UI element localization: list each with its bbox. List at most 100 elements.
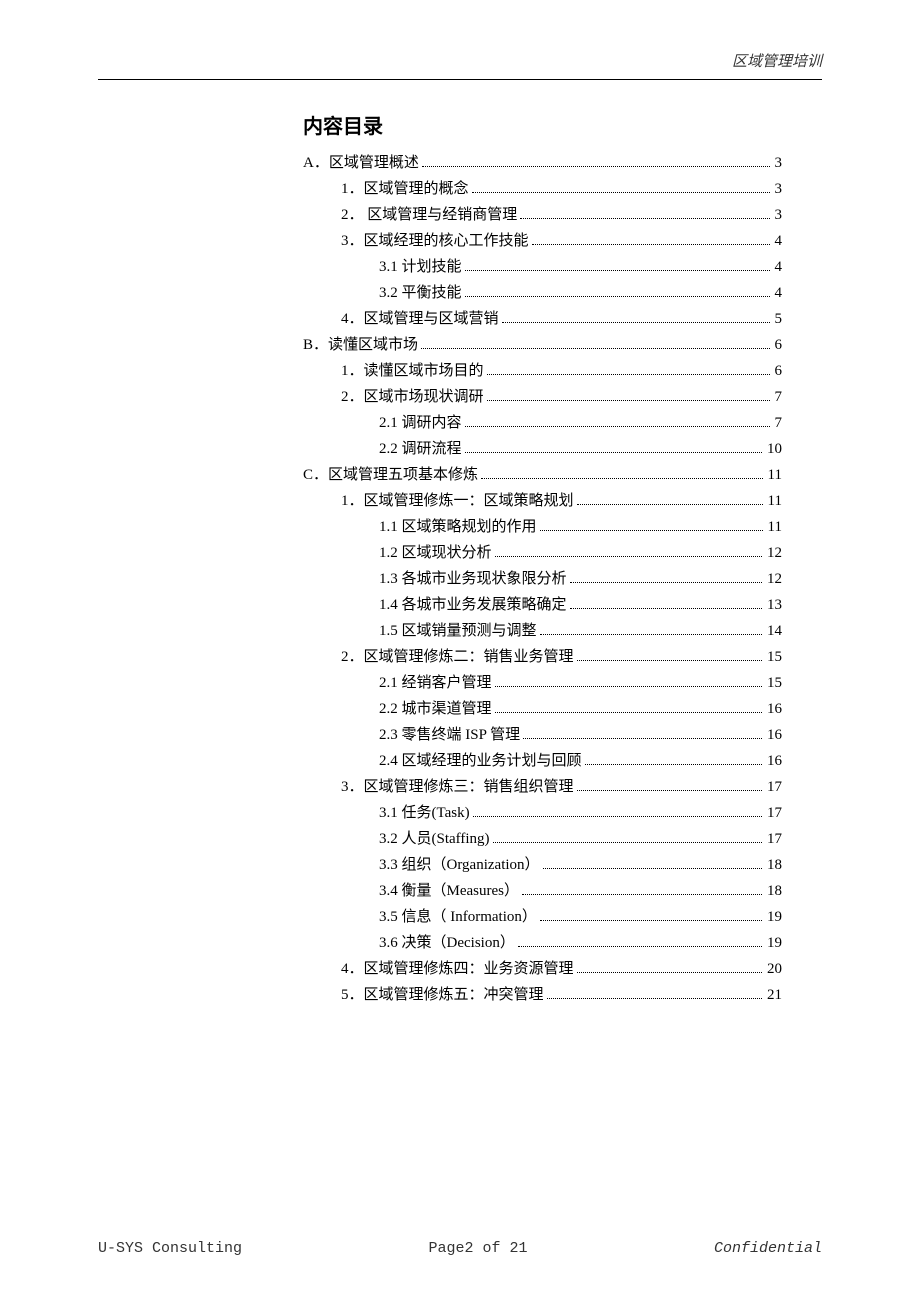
toc-entry-page: 4 (773, 229, 783, 253)
toc-entry: B．读懂区域市场 6 (303, 333, 782, 357)
toc-entry-page: 10 (765, 437, 782, 461)
toc-entry-page: 5 (773, 307, 783, 331)
toc-entry: 3.2 平衡技能4 (303, 281, 782, 305)
toc-entry: 1．读懂区域市场目的 6 (303, 359, 782, 383)
toc-leader-dots (473, 816, 762, 817)
toc-entry: 3.5 信息（ Information）19 (303, 905, 782, 929)
toc-entry-page: 12 (765, 567, 782, 591)
toc-entry: 1．区域管理的概念 3 (303, 177, 782, 201)
toc-entry-page: 16 (765, 723, 782, 747)
page-footer: U-SYS Consulting Page2 of 21 Confidentia… (98, 1240, 822, 1257)
toc-entry-label: 3．区域管理修炼三：销售组织管理 (341, 775, 574, 799)
toc-entry-label: 3.2 平衡技能 (379, 281, 462, 305)
toc-entry-label: 1．区域管理修炼一：区域策略规划 (341, 489, 574, 513)
toc-leader-dots (540, 634, 762, 635)
toc-entry-page: 11 (766, 489, 782, 513)
toc-entry-page: 6 (773, 333, 783, 357)
toc-entry-page: 7 (773, 411, 783, 435)
toc-entry-label: 3.4 衡量（Measures） (379, 879, 519, 903)
toc-entry-page: 16 (765, 697, 782, 721)
toc-entry: 1.1 区域策略规划的作用11 (303, 515, 782, 539)
toc-entry: 4．区域管理修炼四：业务资源管理20 (303, 957, 782, 981)
toc-entry: 1.2 区域现状分析12 (303, 541, 782, 565)
toc-entry-label: 4．区域管理与区域营销 (341, 307, 499, 331)
toc-entry-label: 1．区域管理的概念 (341, 177, 469, 201)
toc-entry: 2． 区域管理与经销商管理 3 (303, 203, 782, 227)
toc-entry: 2.3 零售终端 ISP 管理 16 (303, 723, 782, 747)
toc-title: 内容目录 (303, 110, 782, 139)
toc-entry-page: 3 (773, 151, 783, 175)
toc-entry: 3.1 计划技能 4 (303, 255, 782, 279)
toc-list: A．区域管理概述31．区域管理的概念32． 区域管理与经销商管理33．区域经理的… (303, 151, 782, 1007)
toc-entry-label: 3.5 信息（ Information） (379, 905, 537, 929)
toc-entry-page: 11 (766, 515, 782, 539)
toc-leader-dots (493, 842, 762, 843)
toc-entry: C．区域管理五项基本修炼11 (303, 463, 782, 487)
toc-entry: 1.5 区域销量预测与调整14 (303, 619, 782, 643)
toc-entry-label: 2.2 调研流程 (379, 437, 462, 461)
toc-entry-page: 16 (765, 749, 782, 773)
toc-leader-dots (570, 582, 762, 583)
toc-entry-label: B．读懂区域市场 (303, 333, 418, 357)
toc-leader-dots (577, 660, 762, 661)
toc-entry-label: 2.4 区域经理的业务计划与回顾 (379, 749, 582, 773)
toc-entry-label: 1.3 各城市业务现状象限分析 (379, 567, 567, 591)
toc-leader-dots (495, 686, 762, 687)
toc-entry-label: 3.6 决策（Decision） (379, 931, 515, 955)
toc-entry-page: 6 (773, 359, 783, 383)
toc-leader-dots (577, 972, 762, 973)
toc-entry-page: 17 (765, 801, 782, 825)
toc-entry-label: A．区域管理概述 (303, 151, 419, 175)
toc-leader-dots (421, 348, 769, 349)
toc-entry-label: 2.1 经销客户管理 (379, 671, 492, 695)
footer-center: Page2 of 21 (428, 1240, 527, 1257)
toc-leader-dots (577, 790, 762, 791)
toc-entry-label: 3.3 组织（Organization） (379, 853, 540, 877)
toc-entry: 1．区域管理修炼一：区域策略规划 11 (303, 489, 782, 513)
toc-entry-label: 1.5 区域销量预测与调整 (379, 619, 537, 643)
toc-entry-page: 18 (765, 879, 782, 903)
toc-content: 内容目录 A．区域管理概述31．区域管理的概念32． 区域管理与经销商管理33．… (98, 110, 822, 1007)
toc-entry-page: 17 (765, 775, 782, 799)
toc-leader-dots (472, 192, 770, 193)
toc-entry: 2.1 调研内容 7 (303, 411, 782, 435)
footer-right: Confidential (714, 1240, 822, 1257)
toc-entry-page: 21 (765, 983, 782, 1007)
toc-leader-dots (487, 400, 770, 401)
toc-entry-page: 3 (773, 203, 783, 227)
toc-entry-label: 3．区域经理的核心工作技能 (341, 229, 529, 253)
toc-entry: 3.3 组织（Organization） 18 (303, 853, 782, 877)
toc-leader-dots (495, 712, 762, 713)
toc-entry-label: 2． 区域管理与经销商管理 (341, 203, 517, 227)
toc-entry-label: 3.1 任务(Task) (379, 801, 470, 825)
toc-leader-dots (518, 946, 762, 947)
toc-entry-page: 18 (765, 853, 782, 877)
toc-entry-label: 5．区域管理修炼五：冲突管理 (341, 983, 544, 1007)
toc-entry: 1.3 各城市业务现状象限分析 12 (303, 567, 782, 591)
toc-entry-page: 15 (765, 671, 782, 695)
toc-leader-dots (465, 426, 770, 427)
toc-entry-page: 11 (766, 463, 782, 487)
toc-leader-dots (465, 270, 770, 271)
toc-entry-page: 20 (765, 957, 782, 981)
toc-entry-label: 2.1 调研内容 (379, 411, 462, 435)
toc-entry-page: 13 (765, 593, 782, 617)
toc-entry-label: 1．读懂区域市场目的 (341, 359, 484, 383)
toc-entry-label: 2.3 零售终端 ISP 管理 (379, 723, 520, 747)
toc-entry-label: 3.1 计划技能 (379, 255, 462, 279)
toc-entry-page: 15 (765, 645, 782, 669)
toc-entry-page: 4 (773, 255, 783, 279)
toc-leader-dots (540, 530, 763, 531)
toc-leader-dots (520, 218, 769, 219)
toc-entry-page: 3 (773, 177, 783, 201)
toc-leader-dots (540, 920, 762, 921)
footer-left: U-SYS Consulting (98, 1240, 242, 1257)
toc-leader-dots (543, 868, 762, 869)
toc-entry: 2．区域管理修炼二：销售业务管理 15 (303, 645, 782, 669)
toc-leader-dots (585, 764, 762, 765)
toc-entry-label: 2．区域管理修炼二：销售业务管理 (341, 645, 574, 669)
toc-leader-dots (465, 296, 770, 297)
toc-entry: 2.2 调研流程 10 (303, 437, 782, 461)
toc-entry: 3．区域经理的核心工作技能 4 (303, 229, 782, 253)
toc-entry: 1.4 各城市业务发展策略确定13 (303, 593, 782, 617)
